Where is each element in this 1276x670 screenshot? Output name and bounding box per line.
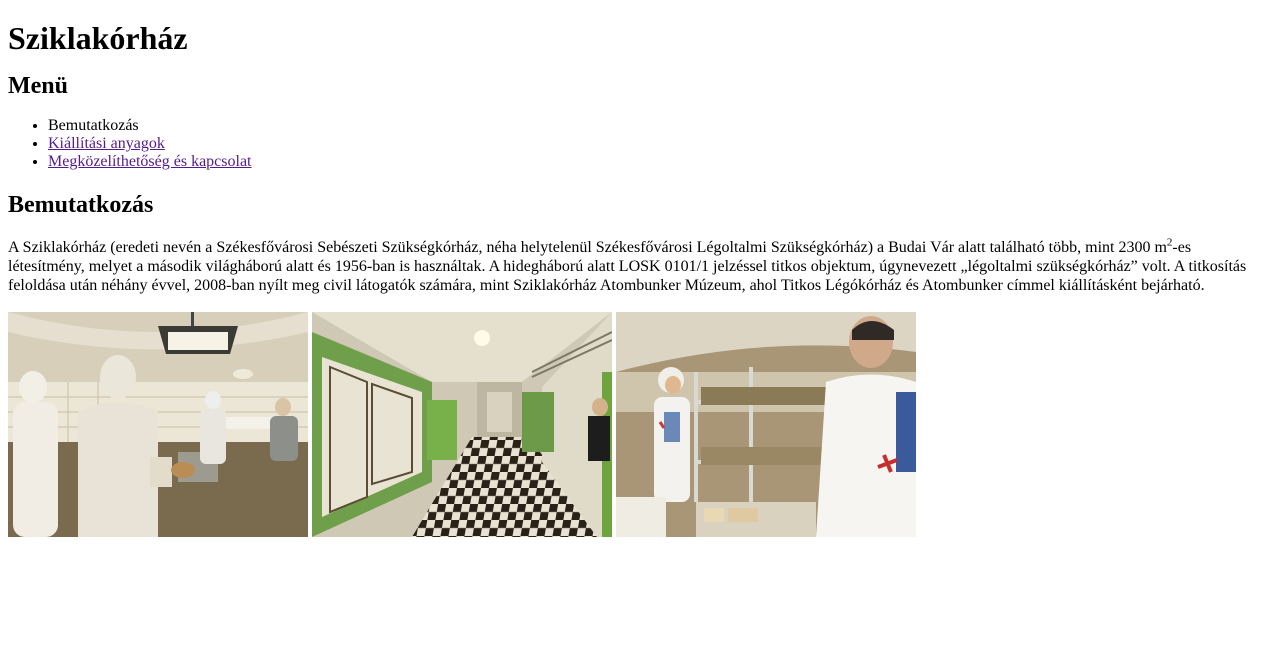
page: Sziklakórház Menü Bemutatkozás Kiállítás… [0, 0, 1276, 537]
menu-link-megkozelithetoseg[interactable]: Megközelíthetőség és kapcsolat [48, 153, 252, 170]
page-title: Sziklakórház [8, 20, 188, 56]
section-heading: Bemutatkozás [8, 192, 154, 218]
operating-room-photo [8, 312, 308, 537]
intro-text: A Sziklakórház (eredeti nevén a Székesfő… [8, 239, 1167, 256]
menu-item-bemutatkozas: Bemutatkozás [48, 117, 1268, 135]
corridor-photo [312, 312, 612, 537]
menu-heading: Menü [8, 73, 68, 99]
menu-item-megkozelithetoseg: Megközelíthetőség és kapcsolat [48, 153, 1268, 171]
intro-paragraph: A Sziklakórház (eredeti nevén a Székesfő… [8, 237, 1268, 295]
menu-link-kiallitasi-anyagok[interactable]: Kiállítási anyagok [48, 135, 165, 152]
menu-list: Bemutatkozás Kiállítási anyagok Megközel… [8, 117, 1268, 171]
photo-gallery [8, 312, 1268, 537]
menu-item-label: Bemutatkozás [48, 117, 139, 134]
menu-item-kiallitasi-anyagok: Kiállítási anyagok [48, 135, 1268, 153]
ward-photo [616, 312, 916, 537]
